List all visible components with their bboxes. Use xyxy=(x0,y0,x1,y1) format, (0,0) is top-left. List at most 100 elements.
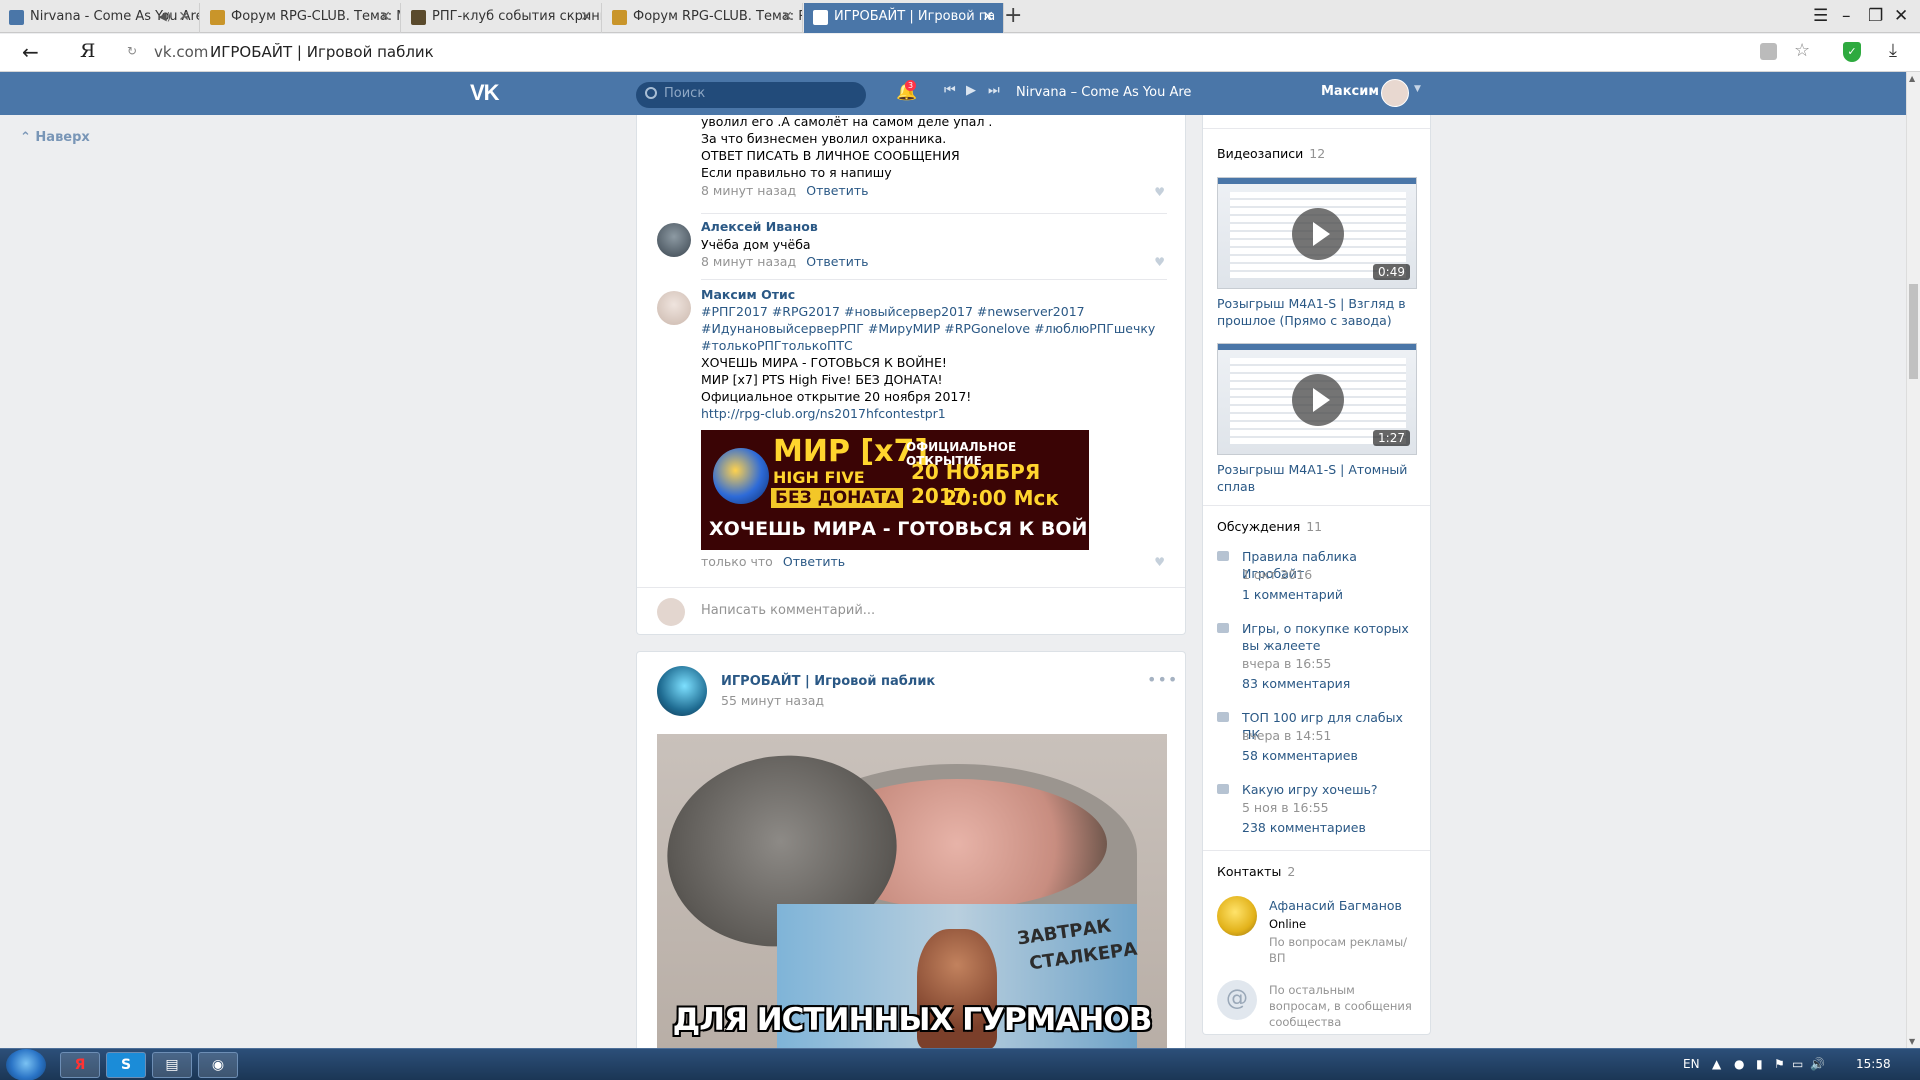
scroll-to-top-link[interactable]: ⌃ Наверх xyxy=(20,130,90,145)
close-tab-icon[interactable]: ✕ xyxy=(178,3,190,31)
comment-bubble-icon xyxy=(1217,623,1229,633)
like-heart-icon[interactable]: ♥ xyxy=(1154,555,1165,569)
vk-logo-icon[interactable]: VK xyxy=(470,80,500,106)
protect-shield-icon[interactable]: ✓ xyxy=(1843,42,1861,62)
reply-link[interactable]: Ответить xyxy=(806,183,868,198)
wall-post: ИГРОБАЙТ | Игровой паблик 55 минут назад… xyxy=(636,651,1186,1051)
close-tab-icon[interactable]: ✕ xyxy=(781,3,793,31)
close-tab-icon[interactable]: ✕ xyxy=(379,3,391,31)
scroll-thumb[interactable] xyxy=(1909,284,1918,379)
post-menu-icon[interactable]: ••• xyxy=(1147,670,1178,689)
close-tab-icon[interactable]: ✕ xyxy=(982,3,994,31)
avatar[interactable] xyxy=(657,291,691,325)
skype-icon[interactable]: S xyxy=(106,1052,146,1078)
post-time[interactable]: 55 минут назад xyxy=(721,693,824,708)
play-icon[interactable]: ▶ xyxy=(966,83,976,98)
comment-time[interactable]: 8 минут назад xyxy=(701,183,796,198)
discussions-header[interactable]: Обсуждения 11 xyxy=(1217,519,1322,534)
browser-tab[interactable]: Форум RPG-CLUB. Тема: RP ✕ xyxy=(603,3,803,33)
system-clock[interactable]: 15:58 xyxy=(1856,1057,1891,1071)
file-explorer-icon[interactable]: ▤ xyxy=(152,1052,192,1078)
lock-icon[interactable] xyxy=(1760,43,1777,60)
discussion-comments[interactable]: 238 комментариев xyxy=(1242,820,1366,835)
avatar[interactable] xyxy=(1381,79,1409,107)
url-domain[interactable]: vk.com xyxy=(154,43,208,61)
like-heart-icon[interactable]: ♥ xyxy=(1154,185,1165,199)
minimize-icon[interactable]: – xyxy=(1842,4,1851,28)
discussion-comments[interactable]: 1 комментарий xyxy=(1242,587,1343,602)
hashtag-line[interactable]: #толькоРПГтолькоПТС xyxy=(701,337,1161,354)
start-button[interactable] xyxy=(6,1049,46,1080)
new-tab-button[interactable]: + xyxy=(1004,4,1022,28)
comment-input-placeholder[interactable]: Написать комментарий... xyxy=(701,603,875,618)
avatar[interactable] xyxy=(657,223,691,257)
action-center-flag-icon[interactable]: ⚑ xyxy=(1774,1057,1785,1071)
yandex-logo-icon[interactable]: Я xyxy=(80,40,95,62)
browser-tab[interactable]: Nirvana - Come As You Are ◀) ✕ xyxy=(0,3,200,33)
page-scrollbar[interactable]: ▲ ▼ xyxy=(1906,72,1920,1048)
video-title[interactable]: Розыгрыш M4A1-S | Взгляд в прошлое (Прям… xyxy=(1217,295,1417,329)
discussion-title[interactable]: Игры, о покупке которых вы жалеете xyxy=(1242,620,1422,654)
right-sidebar: Видеозаписи 12 0:49 Розыгрыш M4A1-S | Взг… xyxy=(1202,115,1431,1035)
video-thumbnail[interactable]: 1:27 xyxy=(1217,343,1417,455)
scroll-down-icon[interactable]: ▼ xyxy=(1909,1037,1915,1046)
close-window-icon[interactable]: ✕ xyxy=(1894,4,1908,28)
browser-tab[interactable]: РПГ-клуб события скриншо ✕ xyxy=(402,3,602,33)
discussion-comments[interactable]: 58 комментариев xyxy=(1242,748,1358,763)
video-thumbnail[interactable]: 0:49 xyxy=(1217,177,1417,289)
chevron-down-icon[interactable]: ▼ xyxy=(1414,84,1421,94)
tray-app-icon[interactable]: ● xyxy=(1734,1057,1744,1071)
language-indicator[interactable]: EN xyxy=(1683,1057,1700,1071)
comment-time[interactable]: 8 минут назад xyxy=(701,254,796,269)
url-page-title[interactable]: ИГРОБАЙТ | Игровой паблик xyxy=(210,43,434,61)
download-icon[interactable]: ⤓ xyxy=(1889,40,1897,61)
yandex-browser-icon[interactable]: Я xyxy=(60,1052,100,1078)
browser-menu-icon[interactable]: ☰ xyxy=(1813,4,1828,28)
speaker-icon[interactable]: ◀) xyxy=(158,3,171,31)
tray-expand-icon[interactable]: ▲ xyxy=(1712,1057,1721,1071)
section-count: 12 xyxy=(1309,146,1326,161)
back-arrow-icon[interactable]: ← xyxy=(22,40,39,64)
avatar[interactable] xyxy=(1217,896,1257,936)
reload-icon[interactable]: ↻ xyxy=(127,44,137,58)
network-icon[interactable]: ▭ xyxy=(1792,1057,1803,1071)
search-placeholder: Поиск xyxy=(664,86,706,101)
user-name[interactable]: Максим xyxy=(1321,84,1379,99)
discussion-comments[interactable]: 83 комментария xyxy=(1242,676,1350,691)
post-author[interactable]: ИГРОБАЙТ | Игровой паблик xyxy=(721,674,935,689)
bookmark-star-icon[interactable]: ☆ xyxy=(1794,40,1810,61)
contacts-header[interactable]: Контакты 2 xyxy=(1217,864,1295,879)
comment-author[interactable]: Алексей Иванов xyxy=(701,219,1161,234)
post-image[interactable]: ЗАВТРАК СТАЛКЕРА ДЛЯ ИСТИННЫХ ГУРМАНОВ xyxy=(657,734,1167,1051)
hashtag-line[interactable]: #ИдунановыйсерверРПГ #МируМИР #RPGonelov… xyxy=(701,320,1161,337)
avatar[interactable] xyxy=(657,666,707,716)
tray-app-icon[interactable]: ▮ xyxy=(1756,1057,1763,1071)
reply-link[interactable]: Ответить xyxy=(783,554,845,569)
browser-tab[interactable]: Форум RPG-CLUB. Тема: Ми ✕ xyxy=(201,3,401,33)
next-track-icon[interactable]: ⏭ xyxy=(988,83,1000,98)
wall-comments: уволил его .А самолёт на самом деле упал… xyxy=(636,114,1186,635)
discussion-title[interactable]: Какую игру хочешь? xyxy=(1242,781,1422,798)
contact-name[interactable]: Афанасий Багманов xyxy=(1269,898,1402,913)
videos-header[interactable]: Видеозаписи 12 xyxy=(1217,146,1325,161)
maximize-icon[interactable]: ❐ xyxy=(1868,4,1883,28)
external-link[interactable]: http://rpg-club.org/ns2017hfcontestpr1 xyxy=(701,405,1161,422)
close-tab-icon[interactable]: ✕ xyxy=(580,3,592,31)
player-track-title[interactable]: Nirvana – Come As You Are xyxy=(1016,85,1191,100)
reply-link[interactable]: Ответить xyxy=(806,254,868,269)
scroll-up-icon[interactable]: ▲ xyxy=(1909,74,1915,83)
online-status: Online xyxy=(1269,917,1307,931)
search-input[interactable]: Поиск xyxy=(636,82,866,108)
comment-time[interactable]: только что xyxy=(701,554,773,569)
server-banner-image[interactable]: МИР [x7] HIGH FIVE БЕЗ ДОНАТА ОФИЦИАЛЬНО… xyxy=(701,430,1089,550)
write-comment-box[interactable]: Написать комментарий... xyxy=(637,587,1185,635)
section-title: Видеозаписи xyxy=(1217,146,1304,161)
video-title[interactable]: Розыгрыш M4A1-S | Атомный сплав xyxy=(1217,461,1417,495)
previous-track-icon[interactable]: ⏮ xyxy=(944,83,956,98)
comment-author[interactable]: Максим Отис xyxy=(701,287,1161,302)
game-app-icon[interactable]: ◉ xyxy=(198,1052,238,1078)
like-heart-icon[interactable]: ♥ xyxy=(1154,255,1165,269)
hashtag-line[interactable]: #РПГ2017 #RPG2017 #новыйсервер2017 #news… xyxy=(701,303,1161,320)
volume-icon[interactable]: 🔊 xyxy=(1810,1057,1825,1071)
browser-tab-active[interactable]: ИГРОБАЙТ | Игровой па ✕ xyxy=(804,3,1004,33)
